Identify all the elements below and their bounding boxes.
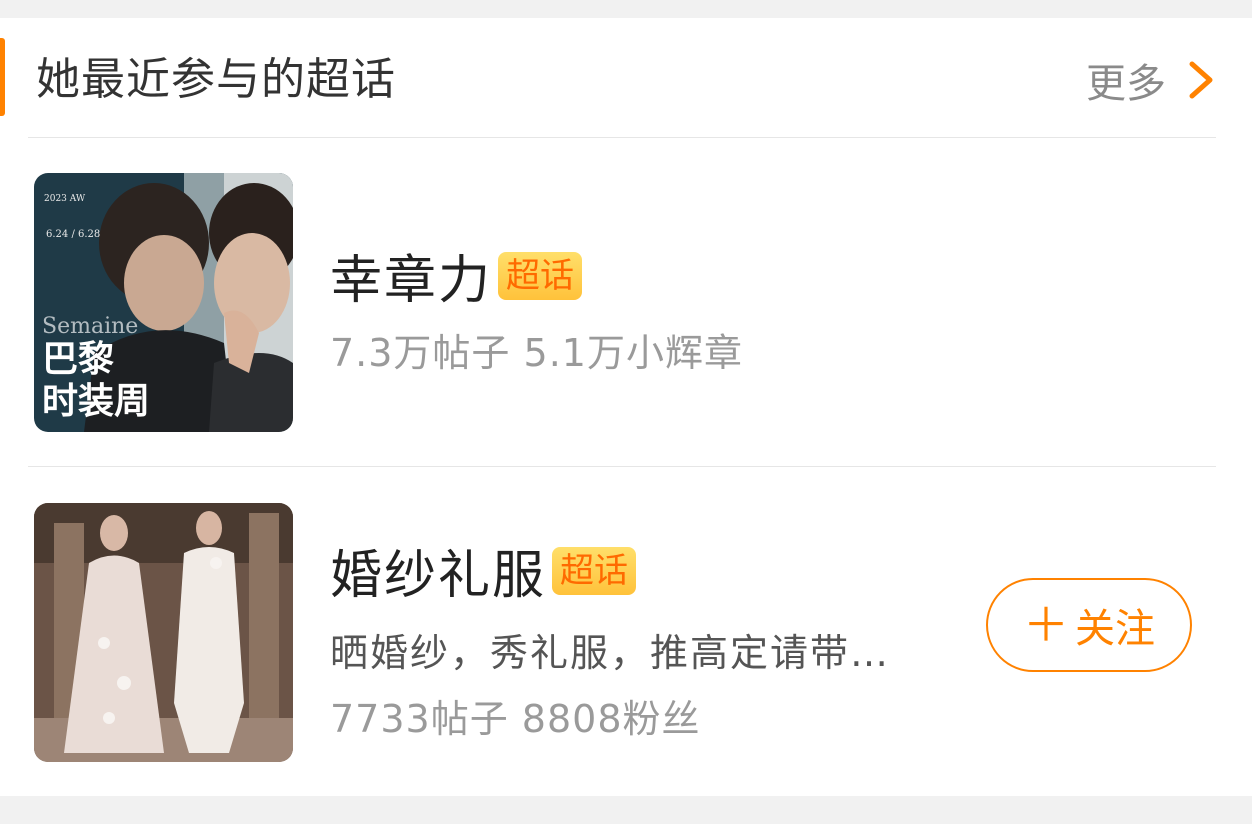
topic-thumbnail-2[interactable] [34,503,293,762]
plus-icon: ＋ [1023,598,1069,652]
topic-image-1: 2023 AW 6.24 / 6.28 Semaine 巴黎 时装周 [34,173,293,432]
topic-stats: 7.3万帖子 5.1万小辉章 [330,331,743,375]
topic-stats: 7733帖子 8808粉丝 [330,697,701,741]
more-link[interactable]: 更多 [1086,52,1218,108]
super-topic-badge: 超话 [498,251,583,300]
svg-text:2023 AW: 2023 AW [44,194,86,204]
chevron-right-icon [1189,61,1213,99]
topic-title-row-2[interactable]: 婚纱礼服 超话 [330,533,637,608]
topic-title-row-1[interactable]: 幸章力 超话 [330,238,583,313]
topic-name: 婚纱礼服 [330,546,547,606]
more-label: 更多 [1086,61,1166,107]
svg-text:时装周: 时装周 [42,380,150,422]
topic-description: 晒婚纱，秀礼服，推高定请带… [330,631,891,675]
section-title: 她最近参与的超话 [36,54,396,105]
follow-button[interactable]: ＋ 关注 [986,578,1192,672]
super-topic-badge: 超话 [552,546,637,595]
topic-image-2 [34,503,293,762]
svg-text:巴黎: 巴黎 [42,338,114,380]
section-accent-bar [0,38,5,116]
divider [28,137,1216,138]
thumb-dates: 6.24 / 6.28 [46,229,100,240]
follow-label: 关注 [1075,606,1155,652]
divider [28,466,1216,467]
topic-thumbnail-1[interactable]: 2023 AW 6.24 / 6.28 Semaine 巴黎 时装周 [34,173,293,432]
svg-text:Semaine: Semaine [42,314,138,339]
topic-name: 幸章力 [330,251,493,311]
